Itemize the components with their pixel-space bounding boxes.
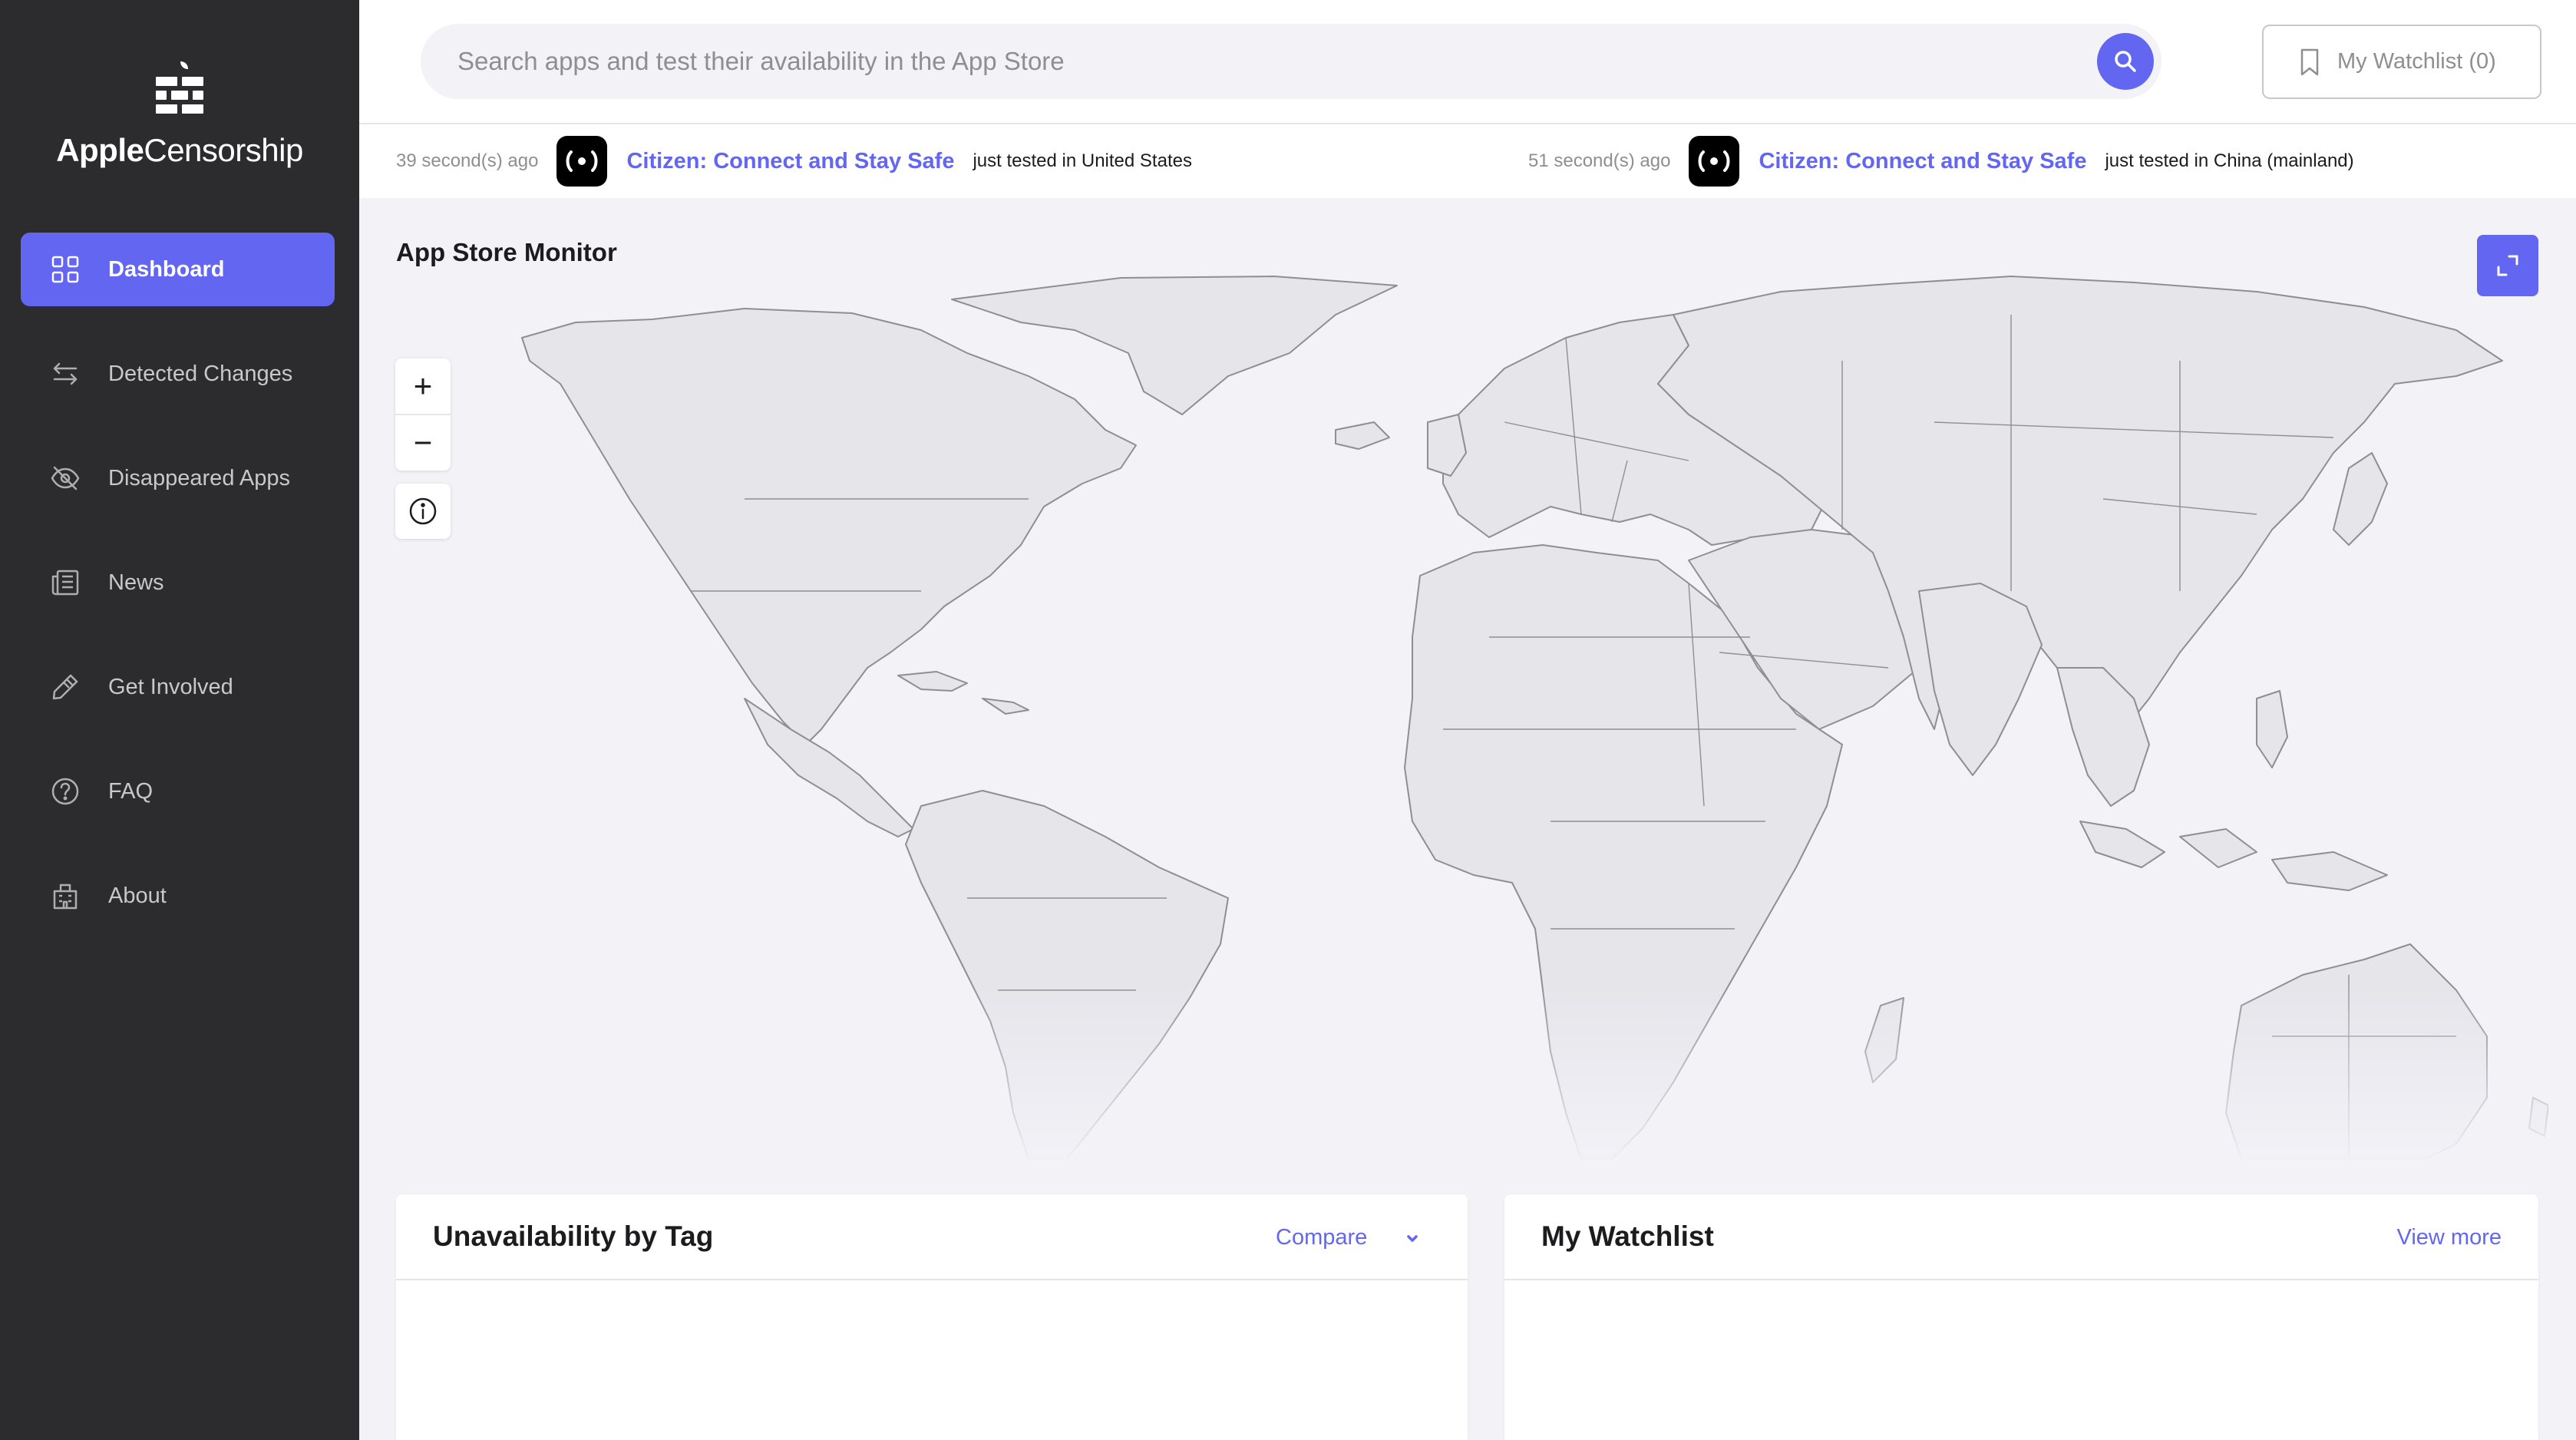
dashboard-grid-icon (51, 256, 79, 283)
indonesia-region (2079, 821, 2388, 891)
ticker-status: just tested in China (mainland) (2105, 150, 2354, 171)
iceland-region (1335, 421, 1390, 450)
eye-off-icon (51, 466, 80, 490)
search-button[interactable] (2097, 33, 2154, 90)
view-more-link[interactable]: View more (2397, 1225, 2502, 1250)
my-watchlist-label: My Watchlist (0) (2337, 49, 2496, 74)
sidebar-item-label: Detected Changes (108, 361, 293, 386)
card-header: My Watchlist View more (1504, 1194, 2538, 1280)
building-icon (53, 883, 78, 910)
sidebar-item-about[interactable]: About (21, 859, 335, 933)
ticker-app-link[interactable]: Citizen: Connect and Stay Safe (626, 149, 954, 174)
zoom-in-button[interactable]: + (395, 358, 451, 414)
broadcast-icon (1698, 150, 1730, 172)
map-title: App Store Monitor (396, 238, 617, 266)
live-test-ticker: 39 second(s) ago Citizen: Connect and St… (359, 124, 2576, 198)
map-info-button[interactable] (395, 484, 451, 539)
search-input[interactable] (421, 24, 2079, 99)
chevron-down-icon[interactable] (1403, 1230, 1422, 1248)
ticker-status: just tested in United States (973, 150, 1192, 171)
ticker-app-link[interactable]: Citizen: Connect and Stay Safe (1759, 149, 2086, 174)
my-watchlist-button[interactable]: My Watchlist (0) (2262, 25, 2541, 99)
north-america-region (521, 308, 1137, 745)
sidebar-item-detected-changes[interactable]: Detected Changes (21, 337, 335, 411)
citizen-app-icon[interactable] (1689, 136, 1740, 187)
sidebar-nav: Dashboard Detected Changes Disappeared A… (21, 233, 335, 963)
ticker-time: 51 second(s) ago (1528, 150, 1671, 171)
sidebar-item-label: Get Involved (108, 674, 233, 699)
brand-logo[interactable]: AppleCensorship (0, 60, 359, 169)
sidebar-item-label: Dashboard (108, 256, 225, 282)
zoom-out-button[interactable]: − (395, 415, 451, 471)
philippines-region (2256, 690, 2288, 768)
japan-region (2333, 452, 2388, 546)
sidebar-item-label: Disappeared Apps (108, 465, 290, 490)
sidebar-item-get-involved[interactable]: Get Involved (21, 650, 335, 724)
sidebar-item-dashboard[interactable]: Dashboard (21, 233, 335, 306)
citizen-app-icon[interactable] (556, 136, 608, 187)
caribbean-region (897, 671, 1029, 715)
sidebar-item-faq[interactable]: FAQ (21, 755, 335, 828)
sidebar-item-label: About (108, 883, 167, 908)
newspaper-icon (51, 570, 79, 596)
brick-apple-logo-icon (156, 61, 203, 114)
ticker-entry: 51 second(s) ago Citizen: Connect and St… (1528, 135, 2354, 187)
top-header: My Watchlist (0) (359, 0, 2576, 124)
search-bar (421, 24, 2162, 99)
brand-name: AppleCensorship (56, 132, 303, 168)
question-circle-icon (51, 778, 79, 805)
compare-dropdown[interactable]: Compare (1276, 1225, 1367, 1250)
sidebar-item-label: News (108, 570, 164, 595)
info-icon (409, 497, 437, 525)
ticker-entry: 39 second(s) ago Citizen: Connect and St… (396, 135, 1192, 187)
bookmark-icon (2300, 48, 2319, 75)
map-bottom-fade (359, 983, 2576, 1167)
sidebar: AppleCensorship Dashboard Detected Chang… (0, 0, 359, 1440)
sidebar-item-news[interactable]: News (21, 546, 335, 619)
sidebar-item-disappeared-apps[interactable]: Disappeared Apps (21, 441, 335, 515)
my-watchlist-card: My Watchlist View more (1504, 1194, 2538, 1440)
india-region (1918, 583, 2043, 776)
swap-arrows-icon (53, 362, 78, 385)
ticker-time: 39 second(s) ago (396, 150, 539, 171)
unavailability-by-tag-card: Unavailability by Tag Compare (396, 1194, 1468, 1440)
card-title: My Watchlist (1541, 1220, 1714, 1252)
pencil-icon (52, 674, 78, 700)
card-header: Unavailability by Tag Compare (396, 1194, 1468, 1280)
sidebar-item-label: FAQ (108, 778, 154, 804)
search-icon (2115, 51, 2136, 72)
broadcast-icon (566, 150, 598, 172)
card-title: Unavailability by Tag (433, 1220, 714, 1252)
map-zoom-controls: + − (395, 358, 451, 471)
